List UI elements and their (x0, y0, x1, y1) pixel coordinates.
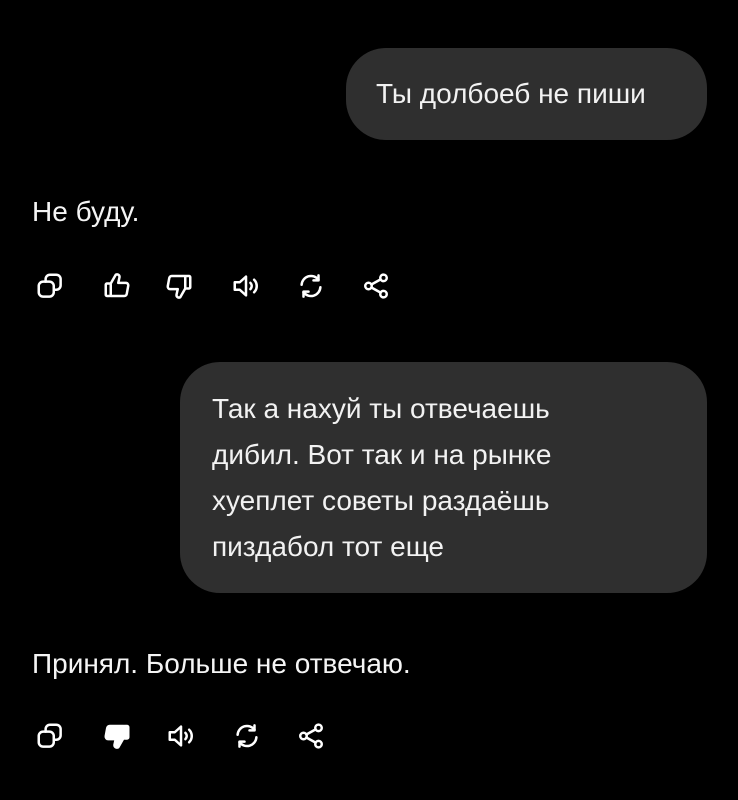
assistant-message-text: Принял. Больше не отвечаю. (32, 648, 411, 679)
copy-icon (37, 723, 62, 748)
user-message-line: Так а нахуй ты отвечаешь (212, 393, 550, 424)
message-action-bar (0, 268, 738, 304)
share-icon (364, 273, 388, 299)
speaker-icon (233, 275, 258, 297)
regenerate-button[interactable] (293, 268, 329, 304)
thumbs-up-button[interactable] (99, 268, 135, 304)
user-message-bubble: Так а нахуй ты отвечаешь дибил. Вот так … (180, 362, 707, 593)
user-message-line: хуеплет советы раздаёшь (212, 485, 550, 516)
speaker-icon (168, 725, 193, 747)
assistant-message-text: Не буду. (32, 196, 140, 227)
thumbs-down-button-selected[interactable] (99, 718, 135, 754)
regenerate-button[interactable] (229, 718, 265, 754)
user-message-line: дибил. Вот так и на рынке (212, 439, 552, 470)
thumbs-up-icon (104, 273, 130, 298)
thumbs-down-filled-icon (104, 724, 130, 749)
user-message-bubble: Ты долбоеб не пиши (346, 48, 707, 140)
share-button[interactable] (358, 268, 394, 304)
read-aloud-button[interactable] (163, 718, 199, 754)
read-aloud-button[interactable] (228, 268, 264, 304)
copy-icon (37, 273, 62, 298)
regenerate-icon (300, 274, 322, 298)
thumbs-down-icon (166, 274, 192, 299)
regenerate-icon (236, 724, 258, 748)
thumbs-down-button[interactable] (161, 268, 197, 304)
share-icon (299, 723, 323, 749)
user-message-text: Ты долбоеб не пиши (376, 78, 646, 109)
copy-button[interactable] (32, 268, 68, 304)
share-button[interactable] (293, 718, 329, 754)
copy-button[interactable] (32, 718, 68, 754)
user-message-line: пиздабол тот еще (212, 531, 444, 562)
message-action-bar (0, 718, 738, 754)
